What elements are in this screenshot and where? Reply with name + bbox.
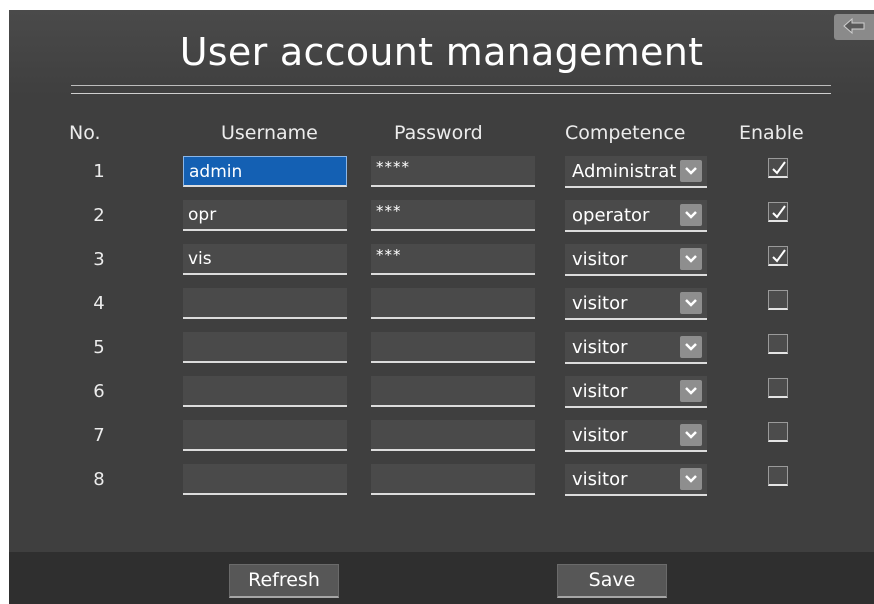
enable-checkbox[interactable] <box>768 422 788 442</box>
back-button[interactable] <box>834 14 874 40</box>
competence-value: Administrator <box>572 161 677 182</box>
row-number: 5 <box>93 337 105 358</box>
enable-checkbox[interactable] <box>768 246 788 266</box>
save-button[interactable]: Save <box>557 564 667 598</box>
chevron-down-icon[interactable] <box>680 424 702 446</box>
back-arrow-icon <box>843 17 865 35</box>
password-field[interactable] <box>371 332 535 363</box>
chevron-down-icon[interactable] <box>680 336 702 358</box>
password-field[interactable]: **** <box>371 156 535 187</box>
enable-checkbox[interactable] <box>768 466 788 486</box>
row-number: 4 <box>93 293 105 314</box>
chevron-down-icon[interactable] <box>680 160 702 182</box>
competence-select[interactable]: visitor <box>565 464 707 496</box>
username-field[interactable] <box>183 464 347 495</box>
page-title: User account management <box>179 30 704 74</box>
competence-value: visitor <box>572 293 628 314</box>
checkmark-icon <box>772 249 786 263</box>
chevron-down-icon[interactable] <box>680 468 702 490</box>
column-header-enable: Enable <box>739 122 804 144</box>
competence-select[interactable]: visitor <box>565 376 707 408</box>
username-field[interactable] <box>183 420 347 451</box>
username-field[interactable] <box>183 332 347 363</box>
enable-checkbox[interactable] <box>768 334 788 354</box>
chevron-down-icon[interactable] <box>680 248 702 270</box>
checkmark-icon <box>772 205 786 219</box>
row-number: 6 <box>93 381 105 402</box>
column-header-username: Username <box>221 122 318 144</box>
dialog-header: User account management <box>9 10 874 96</box>
chevron-down-icon[interactable] <box>680 204 702 226</box>
competence-select[interactable]: visitor <box>565 288 707 320</box>
competence-value: visitor <box>572 337 628 358</box>
row-number: 1 <box>93 161 105 182</box>
user-account-dialog: User account management No. Username Pas… <box>9 10 874 604</box>
password-field[interactable]: *** <box>371 200 535 231</box>
header-divider <box>71 85 831 86</box>
username-field[interactable] <box>183 288 347 319</box>
username-field[interactable]: vis <box>183 244 347 275</box>
enable-checkbox[interactable] <box>768 158 788 178</box>
row-number: 8 <box>93 469 105 490</box>
password-field[interactable] <box>371 464 535 495</box>
enable-checkbox[interactable] <box>768 378 788 398</box>
chevron-down-icon[interactable] <box>680 292 702 314</box>
password-field[interactable] <box>371 376 535 407</box>
row-number: 3 <box>93 249 105 270</box>
competence-select[interactable]: Administrator <box>565 156 707 188</box>
chevron-down-icon[interactable] <box>680 380 702 402</box>
username-field[interactable]: admin <box>183 156 347 187</box>
competence-value: visitor <box>572 425 628 446</box>
competence-value: visitor <box>572 249 628 270</box>
password-field[interactable] <box>371 288 535 319</box>
competence-select[interactable]: visitor <box>565 332 707 364</box>
competence-value: operator <box>572 205 650 226</box>
header-divider-2 <box>71 93 831 94</box>
column-header-no: No. <box>69 122 101 144</box>
enable-checkbox[interactable] <box>768 290 788 310</box>
checkmark-icon <box>772 161 786 175</box>
competence-select[interactable]: operator <box>565 200 707 232</box>
competence-value: visitor <box>572 469 628 490</box>
username-field[interactable]: opr <box>183 200 347 231</box>
competence-select[interactable]: visitor <box>565 420 707 452</box>
password-field[interactable]: *** <box>371 244 535 275</box>
column-header-competence: Competence <box>565 122 686 144</box>
refresh-button[interactable]: Refresh <box>229 564 339 598</box>
row-number: 2 <box>93 205 105 226</box>
username-field[interactable] <box>183 376 347 407</box>
row-number: 7 <box>93 425 105 446</box>
competence-select[interactable]: visitor <box>565 244 707 276</box>
column-header-password: Password <box>394 122 483 144</box>
competence-value: visitor <box>572 381 628 402</box>
enable-checkbox[interactable] <box>768 202 788 222</box>
dialog-footer: Refresh Save <box>9 552 874 604</box>
password-field[interactable] <box>371 420 535 451</box>
